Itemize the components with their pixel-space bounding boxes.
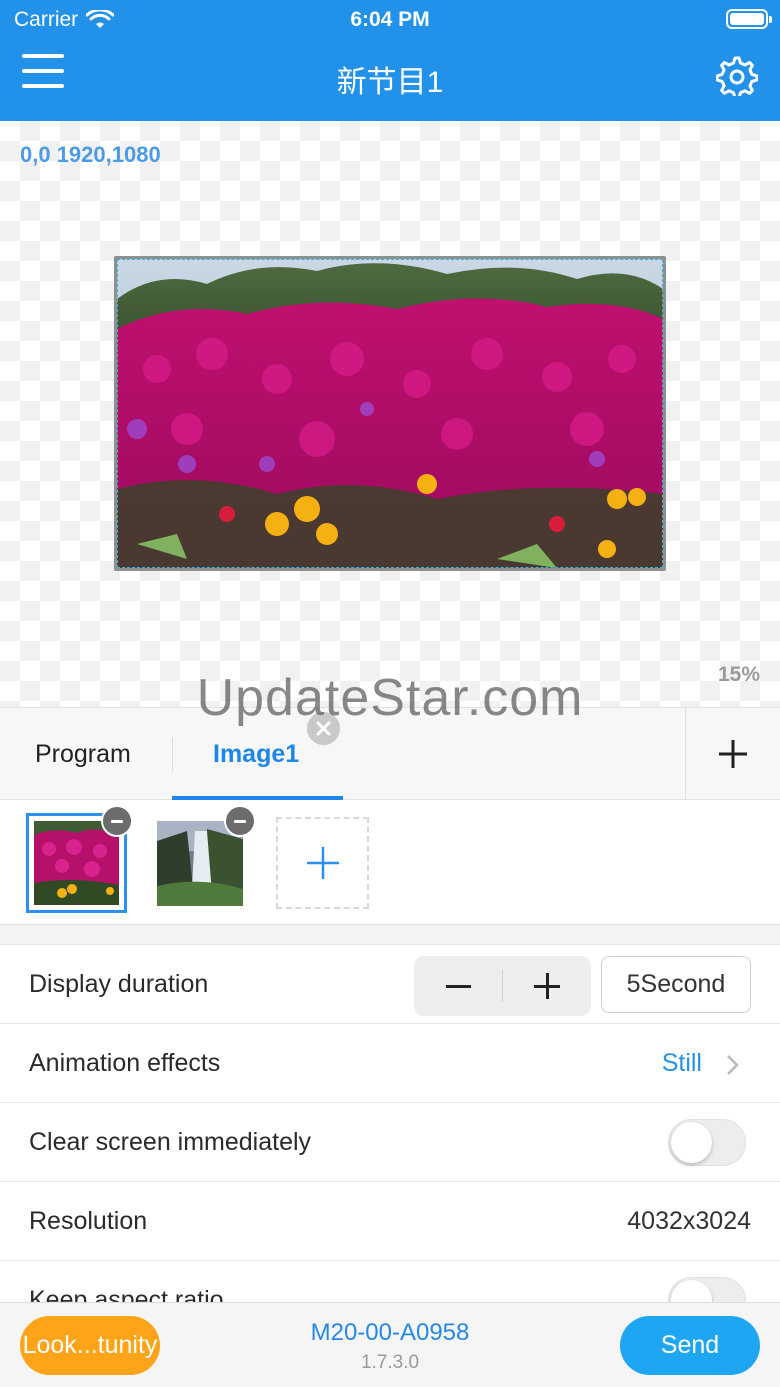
- image-settings-list: Display duration 5Second Animation effec…: [0, 944, 780, 1304]
- row-animation-effects[interactable]: Animation effects Still: [0, 1024, 780, 1103]
- display-duration-label: Display duration: [29, 970, 209, 998]
- duration-value-field[interactable]: 5Second: [601, 956, 751, 1013]
- row-resolution: Resolution 4032x3024: [0, 1182, 780, 1261]
- image-preview-frame[interactable]: [114, 256, 666, 571]
- row-clear-screen: Clear screen immediately: [0, 1103, 780, 1182]
- plus-icon: [719, 740, 747, 768]
- app-header: Carrier 6:04 PM 新节目1: [0, 0, 780, 121]
- remove-thumbnail-1-button[interactable]: [101, 805, 133, 837]
- selection-outline: [117, 259, 663, 568]
- resolution-label: Resolution: [29, 1207, 148, 1235]
- tab-program[interactable]: Program: [35, 740, 131, 769]
- page-title: 新节目1: [336, 66, 444, 99]
- status-time: 6:04 PM: [350, 8, 430, 31]
- keep-aspect-ratio-toggle[interactable]: [668, 1277, 746, 1304]
- gear-icon[interactable]: [716, 54, 758, 96]
- program-canvas[interactable]: 0,0 1920,1080 15%: [0, 121, 780, 707]
- image-thumbnail-strip: [0, 800, 780, 925]
- send-button[interactable]: Send: [620, 1316, 760, 1375]
- tab-image1[interactable]: Image1: [213, 740, 299, 769]
- canvas-coordinates: 0,0 1920,1080: [20, 142, 161, 167]
- plus-icon: [307, 847, 339, 879]
- watermark: UpdateStar.com: [196, 669, 584, 727]
- clear-screen-label: Clear screen immediately: [29, 1128, 312, 1156]
- increase-duration-button[interactable]: [503, 956, 591, 1016]
- tab-divider: [172, 738, 173, 772]
- animation-effects-value[interactable]: Still: [662, 1049, 702, 1078]
- decrease-duration-button[interactable]: [414, 956, 502, 1016]
- row-display-duration: Display duration 5Second: [0, 945, 780, 1024]
- add-image-button[interactable]: [276, 817, 369, 909]
- bottom-bar: Look...tunity M20-00-A0958 1.7.3.0 Send: [0, 1302, 780, 1387]
- battery-icon: [726, 9, 772, 29]
- clear-screen-toggle[interactable]: [668, 1119, 746, 1166]
- chevron-right-icon: [727, 1055, 739, 1075]
- duration-stepper: [414, 956, 591, 1016]
- row-keep-aspect-ratio: Keep aspect ratio: [0, 1261, 780, 1304]
- section-gap: [0, 925, 780, 944]
- resolution-value: 4032x3024: [627, 1207, 751, 1235]
- animation-effects-label: Animation effects: [29, 1049, 221, 1077]
- remove-thumbnail-2-button[interactable]: [224, 805, 256, 837]
